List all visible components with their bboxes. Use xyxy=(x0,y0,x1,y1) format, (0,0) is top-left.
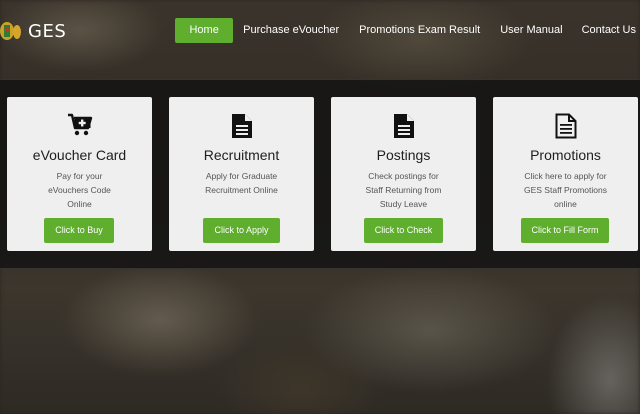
card-desc-line: Pay for your xyxy=(56,171,103,181)
coat-of-arms-icon xyxy=(0,18,26,44)
card-desc-line: eVouchers Code xyxy=(48,185,111,195)
card-title: Promotions xyxy=(530,147,601,163)
top-navbar: GES Home Purchase eVoucher Promotions Ex… xyxy=(0,0,640,62)
card-title: Recruitment xyxy=(203,147,280,163)
card-description: Check postings for Staff Returning from … xyxy=(339,169,468,211)
brand-name: GES xyxy=(28,20,67,42)
card-title: eVoucher Card xyxy=(32,147,127,163)
document-icon xyxy=(393,113,415,144)
card-desc-line: Recruitment Online xyxy=(205,185,278,195)
card-desc-line: Study Leave xyxy=(379,199,428,209)
nav-user-manual[interactable]: User Manual xyxy=(500,18,562,43)
nav-purchase-evoucher[interactable]: Purchase eVoucher xyxy=(243,18,339,43)
nav-contact-us[interactable]: Contact Us xyxy=(582,18,636,43)
nav-promotions-exam-result[interactable]: Promotions Exam Result xyxy=(359,18,480,43)
card-desc-line: GES Staff Promotions xyxy=(524,185,607,195)
buy-button[interactable]: Click to Buy xyxy=(44,218,114,243)
card-desc-line: Staff Returning from xyxy=(365,185,442,195)
main-menu: Home Purchase eVoucher Promotions Exam R… xyxy=(175,18,640,43)
document-outline-icon xyxy=(555,113,577,144)
card-description: Click here to apply for GES Staff Promot… xyxy=(501,169,630,211)
card-desc-line: Click here to apply for xyxy=(524,171,607,181)
cart-add-icon xyxy=(67,113,93,142)
nav-home[interactable]: Home xyxy=(175,18,234,43)
card-title: Postings xyxy=(376,147,431,163)
apply-button[interactable]: Click to Apply xyxy=(203,218,280,243)
card-desc-line: Apply for Graduate xyxy=(205,171,278,181)
card-desc-line: Check postings for xyxy=(368,171,439,181)
document-icon xyxy=(231,113,253,144)
check-button[interactable]: Click to Check xyxy=(364,218,443,243)
card-description: Apply for Graduate Recruitment Online xyxy=(177,169,306,197)
card-description: Pay for your eVouchers Code Online xyxy=(15,169,144,211)
brand-logo[interactable]: GES xyxy=(0,18,66,44)
card-desc-line: online xyxy=(554,199,577,209)
card-desc-line: Online xyxy=(67,199,92,209)
fill-form-button[interactable]: Click to Fill Form xyxy=(521,218,609,243)
